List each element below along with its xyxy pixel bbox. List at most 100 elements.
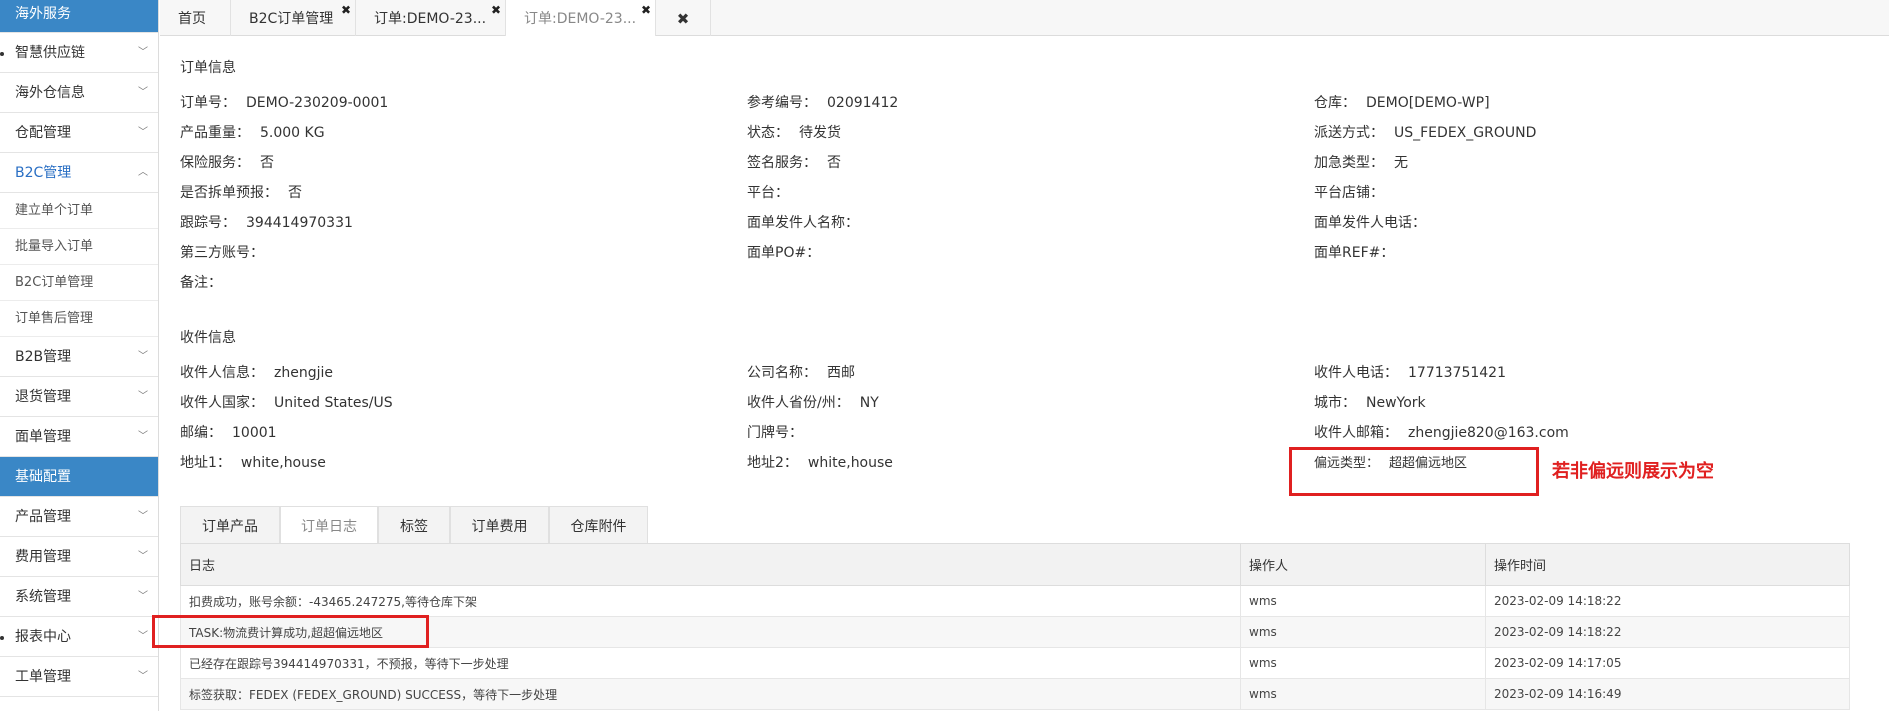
field-sender-name: 面单发件人名称： <box>747 212 869 232</box>
subtab-order-log[interactable]: 订单日志 <box>280 506 378 546</box>
sidebar-item-label: B2C管理 <box>15 165 72 181</box>
field-label: 平台店铺： <box>1314 185 1384 201</box>
tab-bar: 首页 B2C订单管理 ✖ 订单:DEMO-23... ✖ 订单:DEMO-23.… <box>160 0 1889 36</box>
chevron-down-icon: ﹀ <box>138 631 148 642</box>
sidebar-item-system[interactable]: 系统管理 ﹀ <box>0 577 158 617</box>
sidebar-item-label: 退货管理 <box>15 389 71 405</box>
subtab-order-products[interactable]: 订单产品 <box>180 506 280 546</box>
close-icon[interactable]: ✖ <box>641 4 651 16</box>
log-message: 扣费成功，账号余额：-43465.247275,等待仓库下架 <box>180 585 1241 617</box>
sidebar-item-label: 智慧供应链 <box>15 45 85 61</box>
close-all-tabs-button[interactable]: ✖ <box>656 0 711 36</box>
field-label: 邮编： <box>180 425 222 441</box>
field-receiver-country: 收件人国家： United States/US <box>180 392 393 412</box>
close-icon[interactable]: ✖ <box>491 4 501 16</box>
column-header-operator[interactable]: 操作人 <box>1240 543 1486 586</box>
order-info-title: 订单信息 <box>180 60 236 76</box>
sidebar-item-products[interactable]: 产品管理 ﹀ <box>0 497 158 537</box>
log-time: 2023-02-09 14:18:22 <box>1485 585 1850 617</box>
log-table: 日志 操作人 操作时间 扣费成功，账号余额：-43465.247275,等待仓库… <box>180 543 1850 710</box>
field-label: 备注： <box>180 275 222 291</box>
table-row: 标签获取：FEDEX (FEDEX_GROUND) SUCCESS，等待下一步处… <box>180 678 1850 710</box>
column-header-log[interactable]: 日志 <box>180 543 1241 586</box>
field-split-forecast: 是否拆单预报： 否 <box>180 182 302 202</box>
tab-b2c-orders[interactable]: B2C订单管理 ✖ <box>231 0 356 36</box>
field-label: 签名服务： <box>747 155 817 171</box>
sidebar-item-warehouse-info[interactable]: 海外仓信息 ﹀ <box>0 73 158 113</box>
field-value: 无 <box>1394 155 1408 171</box>
sidebar-subitem-batch-import[interactable]: 批量导入订单 <box>0 229 158 265</box>
field-label: 平台： <box>747 185 789 201</box>
field-label-ref: 面单REF#： <box>1314 242 1404 262</box>
field-value: US_FEDEX_GROUND <box>1394 125 1537 141</box>
field-value: 西邮 <box>827 365 855 381</box>
table-header-row: 日志 操作人 操作时间 <box>180 543 1850 586</box>
log-time: 2023-02-09 14:16:49 <box>1485 678 1850 710</box>
field-platform: 平台： <box>747 182 799 202</box>
field-weight: 产品重量： 5.000 KG <box>180 122 325 142</box>
chevron-down-icon: ﹀ <box>138 551 148 562</box>
tab-order-1[interactable]: 订单:DEMO-23... ✖ <box>356 0 506 36</box>
field-warehouse: 仓库： DEMO[DEMO-WP] <box>1314 92 1490 112</box>
column-header-time[interactable]: 操作时间 <box>1485 543 1850 586</box>
field-label: 城市： <box>1314 395 1356 411</box>
sidebar-item-label: B2B管理 <box>15 349 72 365</box>
sidebar-subitem-b2c-orders[interactable]: B2C订单管理 <box>0 265 158 301</box>
main-content: 订单信息 订单号： DEMO-230209-0001 参考编号： 02091412 … <box>152 36 1889 711</box>
close-icon[interactable]: ✖ <box>341 4 351 16</box>
subtab-tags[interactable]: 标签 <box>378 506 450 546</box>
tab-label: 订单:DEMO-23... <box>524 11 637 27</box>
sidebar-subitem-after-sales[interactable]: 订单售后管理 <box>0 301 158 337</box>
field-remark: 备注： <box>180 272 232 292</box>
sidebar-subitem-create-order[interactable]: 建立单个订单 <box>0 193 158 229</box>
chevron-down-icon: ﹀ <box>138 127 148 138</box>
field-label: 面单发件人电话： <box>1314 215 1426 231</box>
field-value: 17713751421 <box>1408 365 1506 381</box>
field-receiver-state: 收件人省份/州： NY <box>747 392 879 412</box>
field-reference-no: 参考编号： 02091412 <box>747 92 898 112</box>
field-value: DEMO-230209-0001 <box>246 95 389 111</box>
field-label: 仓库： <box>1314 95 1356 111</box>
field-value: white,house <box>807 455 893 471</box>
field-receiver-phone: 收件人电话： 17713751421 <box>1314 362 1506 382</box>
chevron-down-icon: ﹀ <box>138 351 148 362</box>
field-address-1: 地址1： white,house <box>180 452 326 472</box>
sidebar-item-fees[interactable]: 费用管理 ﹀ <box>0 537 158 577</box>
field-delivery-method: 派送方式： US_FEDEX_GROUND <box>1314 122 1536 142</box>
field-tracking-no: 跟踪号： 394414970331 <box>180 212 353 232</box>
sidebar-item-tickets[interactable]: 工单管理 ﹀ <box>0 657 158 697</box>
chevron-down-icon: ﹀ <box>138 591 148 602</box>
field-value: NY <box>859 395 879 411</box>
field-label: 第三方账号： <box>180 245 264 261</box>
tab-home[interactable]: 首页 <box>160 0 231 36</box>
sidebar-section-basic-config[interactable]: 基础配置 <box>0 457 158 497</box>
field-label: 收件人省份/州： <box>747 395 850 411</box>
field-value: 394414970331 <box>246 215 353 231</box>
sidebar-subitem-label: 批量导入订单 <box>15 239 94 254</box>
tab-label: 首页 <box>178 11 206 27</box>
subtab-order-fees[interactable]: 订单费用 <box>450 506 549 546</box>
field-value: 否 <box>288 185 302 201</box>
sidebar-item-b2c[interactable]: B2C管理 ︿ <box>0 153 158 193</box>
field-value: NewYork <box>1366 395 1426 411</box>
sidebar-section-label: 基础配置 <box>15 469 71 485</box>
subtab-label: 订单产品 <box>202 519 258 535</box>
sidebar-item-b2b[interactable]: B2B管理 ﹀ <box>0 337 158 377</box>
field-label: 加急类型： <box>1314 155 1384 171</box>
field-label: 订单号： <box>180 95 236 111</box>
sidebar: 海外服务 智慧供应链 ﹀ 海外仓信息 ﹀ 仓配管理 ﹀ B2C管理 ︿ 建立单个… <box>0 0 159 711</box>
sidebar-section-overseas[interactable]: 海外服务 <box>0 0 158 33</box>
sidebar-item-returns[interactable]: 退货管理 ﹀ <box>0 377 158 417</box>
tab-order-2[interactable]: 订单:DEMO-23... ✖ <box>506 0 656 36</box>
field-label: 面单PO#： <box>747 245 821 261</box>
chevron-down-icon: ﹀ <box>138 87 148 98</box>
sidebar-item-label: 工单管理 <box>15 669 71 685</box>
sidebar-item-labels[interactable]: 面单管理 ﹀ <box>0 417 158 457</box>
sidebar-item-fulfillment[interactable]: 仓配管理 ﹀ <box>0 113 158 153</box>
table-row: 已经存在跟踪号394414970331，不预报，等待下一步处理 wms 2023… <box>180 647 1850 679</box>
log-operator: wms <box>1240 678 1486 710</box>
field-label: 收件人电话： <box>1314 365 1398 381</box>
sidebar-item-reports[interactable]: 报表中心 ﹀ <box>0 617 158 657</box>
subtab-warehouse-attachments[interactable]: 仓库附件 <box>549 506 648 546</box>
sidebar-item-supply-chain[interactable]: 智慧供应链 ﹀ <box>0 33 158 73</box>
